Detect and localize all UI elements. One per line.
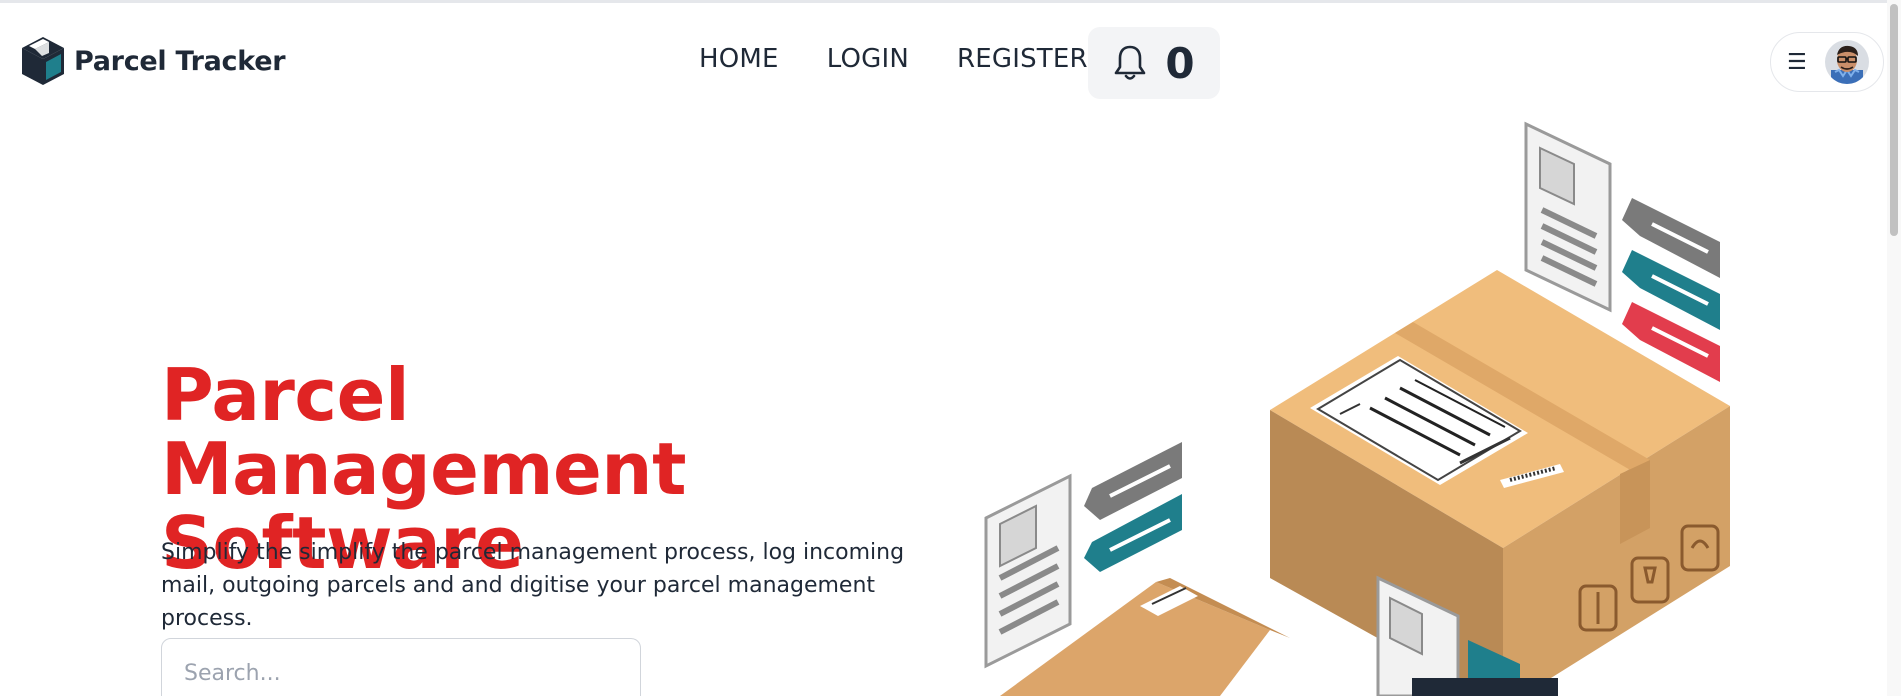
hero-description-line1: Simplify the simplify the parcel managem… <box>161 540 905 565</box>
nav-register-link[interactable]: REGISTER <box>957 44 1088 74</box>
main-nav: HOME LOGIN REGISTER <box>699 44 1088 74</box>
nav-login-link[interactable]: LOGIN <box>827 44 909 74</box>
bell-icon <box>1115 45 1146 80</box>
nav-home-link[interactable]: HOME <box>699 44 779 74</box>
hero-description-line2: mail, outgoing parcels and and digitise … <box>161 573 876 631</box>
hero-title-line1: Parcel Management <box>161 353 686 511</box>
page-scrollbar[interactable] <box>1887 0 1901 696</box>
box-logo-icon <box>22 37 64 85</box>
hero-description: Simplify the simplify the parcel managem… <box>161 536 921 635</box>
top-border <box>0 0 1901 3</box>
search-input[interactable] <box>161 638 641 696</box>
brand-name: Parcel Tracker <box>74 45 286 77</box>
notifications-button[interactable]: 0 <box>1088 27 1220 99</box>
scrollbar-thumb[interactable] <box>1890 4 1898 236</box>
user-menu-button[interactable]: ☰ <box>1770 32 1884 92</box>
menu-icon: ☰ <box>1787 49 1807 75</box>
parcel-illustration <box>984 121 1730 696</box>
brand-logo[interactable]: Parcel Tracker <box>18 33 286 89</box>
avatar <box>1824 40 1869 84</box>
notification-count: 0 <box>1165 38 1195 88</box>
